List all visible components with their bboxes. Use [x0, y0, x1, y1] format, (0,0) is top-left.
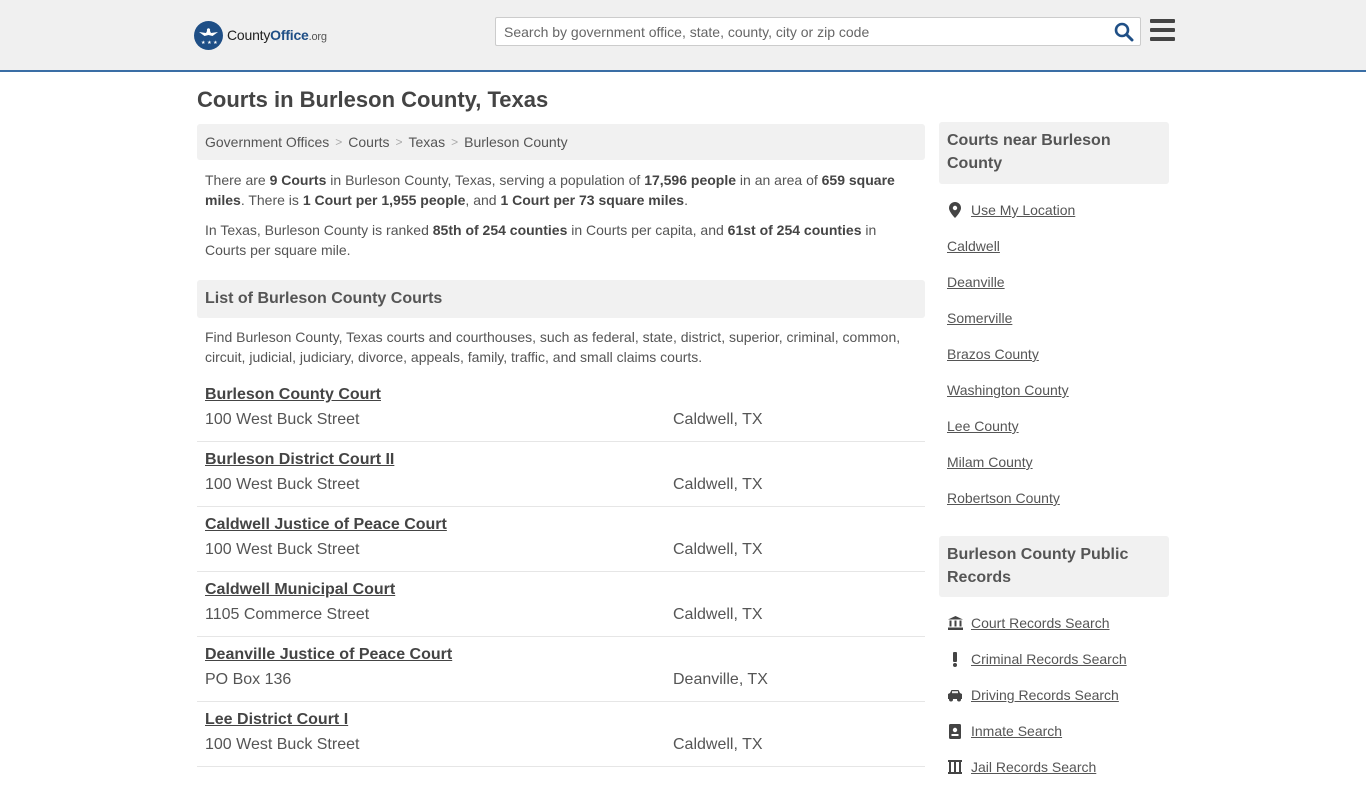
- court-city: Caldwell, TX: [673, 541, 763, 558]
- court-link[interactable]: Burleson District Court II: [205, 451, 394, 469]
- court-link[interactable]: Burleson County Court: [205, 386, 381, 404]
- hamburger-menu-icon[interactable]: [1150, 19, 1175, 41]
- courts-list: Burleson County Court 100 West Buck Stre…: [197, 377, 925, 767]
- chevron-right-icon: >: [395, 135, 403, 149]
- exclamation-icon: [947, 651, 963, 667]
- court-address: 100 West Buck Street: [205, 411, 360, 428]
- search-bar: [495, 17, 1141, 46]
- nearby-link-washington-county[interactable]: Washington County: [947, 382, 1069, 398]
- courts-list-description: Find Burleson County, Texas courts and c…: [205, 329, 901, 365]
- nearby-link-deanville[interactable]: Deanville: [947, 274, 1005, 290]
- id-badge-icon: [947, 723, 963, 739]
- intro-ranking-paragraph: In Texas, Burleson County is ranked 85th…: [205, 222, 877, 258]
- use-my-location-item: Use My Location: [947, 192, 1169, 228]
- jail-icon: [947, 759, 963, 775]
- nearby-link-lee-county[interactable]: Lee County: [947, 418, 1019, 434]
- court-city: Deanville, TX: [673, 671, 768, 688]
- public-records-heading: Burleson County Public Records: [939, 536, 1169, 597]
- court-address: 1105 Commerce Street: [205, 606, 370, 623]
- intro-text: There are 9 Courts in Burleson County, T…: [205, 170, 917, 270]
- chevron-right-icon: >: [451, 135, 459, 149]
- list-item: Caldwell Justice of Peace Court 100 West…: [197, 507, 925, 572]
- nearby-link-milam-county[interactable]: Milam County: [947, 454, 1033, 470]
- court-link[interactable]: Deanville Justice of Peace Court: [205, 646, 452, 664]
- court-link[interactable]: Caldwell Municipal Court: [205, 581, 395, 599]
- courts-list-heading: List of Burleson County Courts: [197, 280, 925, 318]
- records-item: Jail Records Search: [947, 749, 1169, 785]
- nearby-link-brazos-county[interactable]: Brazos County: [947, 346, 1039, 362]
- records-item: Criminal Records Search: [947, 641, 1169, 677]
- map-pin-icon: [947, 202, 963, 218]
- records-item: Inmate Search: [947, 713, 1169, 749]
- court-city: Caldwell, TX: [673, 476, 763, 493]
- list-item: Lee District Court I 100 West Buck Stree…: [197, 702, 925, 767]
- svg-text:★ ★ ★: ★ ★ ★: [201, 40, 218, 45]
- breadcrumb-burleson-county[interactable]: Burleson County: [464, 134, 568, 150]
- nearby-link-somerville[interactable]: Somerville: [947, 310, 1012, 326]
- nearby-courts-list: Use My Location Caldwell Deanville Somer…: [947, 192, 1169, 516]
- nearby-link-robertson-county[interactable]: Robertson County: [947, 490, 1060, 506]
- court-address: 100 West Buck Street: [205, 541, 360, 558]
- search-button[interactable]: [1114, 22, 1134, 42]
- nearby-link-caldwell[interactable]: Caldwell: [947, 238, 1000, 254]
- court-address: 100 West Buck Street: [205, 736, 360, 753]
- chevron-right-icon: >: [335, 135, 343, 149]
- courthouse-icon: [947, 615, 963, 631]
- intro-population-paragraph: There are 9 Courts in Burleson County, T…: [205, 172, 895, 208]
- eagle-seal-icon: ★ ★ ★: [194, 20, 223, 50]
- page-title: Courts in Burleson County, Texas: [197, 87, 549, 112]
- court-city: Caldwell, TX: [673, 411, 763, 428]
- site-logo[interactable]: ★ ★ ★ CountyOffice.org: [194, 20, 327, 50]
- breadcrumb-government-offices[interactable]: Government Offices: [205, 134, 329, 150]
- court-records-search-link[interactable]: Court Records Search: [971, 615, 1110, 631]
- court-link[interactable]: Lee District Court I: [205, 711, 348, 729]
- list-item: Caldwell Municipal Court 1105 Commerce S…: [197, 572, 925, 637]
- use-my-location-link[interactable]: Use My Location: [971, 202, 1075, 218]
- search-icon: [1114, 22, 1134, 42]
- breadcrumb-courts[interactable]: Courts: [348, 134, 389, 150]
- site-header: ★ ★ ★ CountyOffice.org: [0, 0, 1366, 72]
- court-address: PO Box 136: [205, 671, 292, 688]
- public-records-list: Court Records Search Criminal Records Se…: [947, 605, 1169, 785]
- car-icon: [947, 687, 963, 703]
- breadcrumb-texas[interactable]: Texas: [409, 134, 446, 150]
- list-item: Burleson County Court 100 West Buck Stre…: [197, 377, 925, 442]
- logo-wordmark: CountyOffice.org: [227, 27, 327, 43]
- list-item: Deanville Justice of Peace Court PO Box …: [197, 637, 925, 702]
- driving-records-search-link[interactable]: Driving Records Search: [971, 687, 1119, 703]
- court-address: 100 West Buck Street: [205, 476, 360, 493]
- list-item: Burleson District Court II 100 West Buck…: [197, 442, 925, 507]
- inmate-search-link[interactable]: Inmate Search: [971, 723, 1062, 739]
- court-city: Caldwell, TX: [673, 606, 763, 623]
- records-item: Court Records Search: [947, 605, 1169, 641]
- nearby-courts-heading: Courts near Burleson County: [939, 122, 1169, 184]
- records-item: Driving Records Search: [947, 677, 1169, 713]
- breadcrumb: Government Offices > Courts > Texas > Bu…: [197, 124, 925, 160]
- court-link[interactable]: Caldwell Justice of Peace Court: [205, 516, 447, 534]
- court-city: Caldwell, TX: [673, 736, 763, 753]
- jail-records-search-link[interactable]: Jail Records Search: [971, 759, 1096, 775]
- criminal-records-search-link[interactable]: Criminal Records Search: [971, 651, 1127, 667]
- search-input[interactable]: [496, 18, 1106, 45]
